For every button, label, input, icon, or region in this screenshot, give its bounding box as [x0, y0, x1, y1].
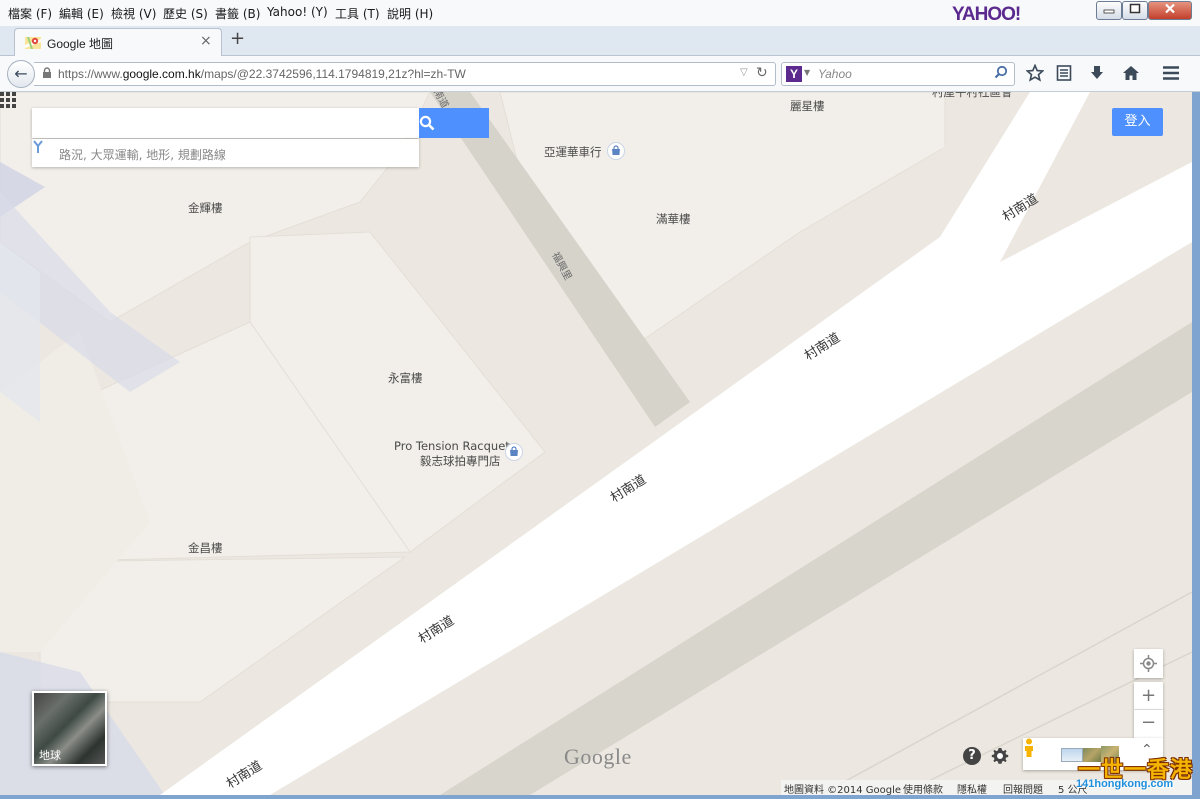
menu-file[interactable]: 檔案 (F) — [8, 5, 52, 22]
menu-hamburger-icon[interactable] — [1162, 64, 1180, 86]
maps-search-input[interactable] — [32, 108, 419, 138]
report-problem-link[interactable]: 回報問題 — [1003, 781, 1043, 795]
search-icon[interactable] — [994, 65, 1008, 83]
map-label-racquet-shop-zh[interactable]: 毅志球拍專門店 — [420, 453, 501, 469]
minimize-button[interactable] — [1096, 1, 1122, 20]
search-icon — [419, 115, 435, 131]
window-close-button[interactable] — [1148, 1, 1192, 20]
menu-edit[interactable]: 編輯 (E) — [59, 5, 104, 22]
menu-yahoo[interactable]: Yahoo! (Y) — [267, 5, 328, 19]
engine-dropdown-icon[interactable]: ▼ — [804, 68, 810, 77]
home-icon[interactable] — [1122, 64, 1140, 86]
download-icon[interactable] — [1089, 64, 1105, 86]
url-prefix: https://www. — [58, 67, 123, 81]
yahoo-search-engine-icon[interactable]: Y — [786, 66, 802, 82]
url-path: /maps/@22.3742596,114.1794819,21z?hl=zh-… — [200, 67, 466, 81]
privacy-link[interactable]: 隱私權 — [957, 781, 987, 795]
menu-view[interactable]: 檢視 (V) — [111, 5, 156, 22]
menu-tools[interactable]: 工具 (T) — [335, 5, 380, 22]
navigation-bar: https://www.google.com.hk/maps/@22.37425… — [0, 56, 1200, 92]
help-icon[interactable]: ? — [963, 747, 981, 765]
menu-bar: 檔案 (F) 編輯 (E) 檢視 (V) 歷史 (S) 書籤 (B) Yahoo… — [0, 0, 1200, 26]
map-canvas[interactable]: 村屋平村社區會 麗星樓 亞運華車行 滿華樓 金輝樓 永富樓 Pro Tensio… — [0, 92, 1192, 795]
minimize-icon — [1103, 9, 1115, 14]
url-bar[interactable]: https://www.google.com.hk/maps/@22.37425… — [34, 62, 776, 86]
google-maps-favicon-icon — [25, 37, 41, 49]
tab-close-icon[interactable]: × — [200, 33, 212, 49]
pegman-icon[interactable] — [1023, 738, 1035, 758]
new-tab-button[interactable]: + — [230, 28, 245, 49]
search-bar[interactable]: Y ▼ Yahoo — [781, 62, 1015, 86]
apps-grid-icon[interactable] — [0, 92, 16, 108]
terms-link[interactable]: 使用條款 — [903, 781, 943, 795]
maps-search-button[interactable] — [419, 108, 489, 138]
map-label-top-right-partial[interactable]: 村屋平村社區會 — [932, 92, 1013, 100]
map-label-auto-shop[interactable]: 亞運華車行 — [544, 144, 602, 160]
directions-hint-bar[interactable]: 路況, 大眾運輸, 地形, 規劃路線 — [32, 139, 419, 167]
url-host: google.com.hk — [122, 67, 201, 81]
reload-icon[interactable]: ↻ — [756, 65, 768, 81]
tab-google-maps[interactable]: Google 地圖 × — [14, 28, 222, 56]
map-tiles — [0, 92, 1192, 795]
map-label-mun-wah-building[interactable]: 滿華樓 — [656, 211, 691, 227]
site-watermark: 一世一香港 141hongkong.com — [1074, 756, 1198, 796]
browser-window: 檔案 (F) 編輯 (E) 檢視 (V) 歷史 (S) 書籤 (B) Yahoo… — [0, 0, 1200, 799]
map-label-kam-cheong-building[interactable]: 金昌樓 — [188, 540, 223, 556]
tab-bar: Google 地圖 × + — [0, 26, 1200, 56]
lock-icon — [42, 67, 52, 82]
menu-bookmarks[interactable]: 書籤 (B) — [215, 5, 260, 22]
my-location-button[interactable] — [1134, 649, 1163, 678]
map-label-wing-fu-building[interactable]: 永富樓 — [388, 370, 423, 386]
back-button[interactable]: ← — [7, 60, 35, 88]
search-placeholder: Yahoo — [818, 67, 852, 81]
window-frame-right — [1192, 92, 1200, 799]
yahoo-brand-logo: YAHOO! — [952, 4, 1021, 25]
url-history-dropdown-icon[interactable]: ▽ — [740, 67, 748, 78]
directions-fork-icon — [33, 140, 43, 153]
zoom-out-button[interactable]: − — [1134, 710, 1163, 738]
close-icon — [1165, 3, 1175, 14]
earth-label: 地球 — [39, 749, 61, 762]
map-label-kam-fai-building[interactable]: 金輝樓 — [188, 200, 223, 216]
watermark-url: 141hongkong.com — [1076, 778, 1174, 790]
back-arrow-icon: ← — [14, 64, 28, 83]
map-label-racquet-shop-en[interactable]: Pro Tension Racquet — [394, 439, 510, 453]
map-data-attribution: 地圖資料 ©2014 Google — [784, 785, 902, 795]
map-label-lai-sing-building[interactable]: 麗星樓 — [790, 98, 825, 114]
maximize-icon — [1129, 3, 1141, 14]
zoom-in-button[interactable]: + — [1134, 682, 1163, 710]
window-frame-bottom — [0, 795, 1200, 799]
google-logo: Google — [564, 744, 632, 769]
bookmarks-list-icon[interactable] — [1056, 64, 1072, 86]
directions-hint-text: 路況, 大眾運輸, 地形, 規劃路線 — [59, 148, 226, 162]
earth-view-toggle[interactable]: 地球 — [32, 691, 107, 766]
tab-title: Google 地圖 — [47, 37, 114, 51]
url-text: https://www.google.com.hk/maps/@22.37425… — [58, 67, 466, 81]
login-button[interactable]: 登入 — [1112, 108, 1163, 136]
menu-history[interactable]: 歷史 (S) — [163, 5, 208, 22]
maximize-button[interactable] — [1122, 1, 1148, 20]
menu-help[interactable]: 說明 (H) — [387, 5, 433, 22]
my-location-icon — [1140, 655, 1157, 672]
bookmark-star-icon[interactable] — [1025, 63, 1045, 86]
